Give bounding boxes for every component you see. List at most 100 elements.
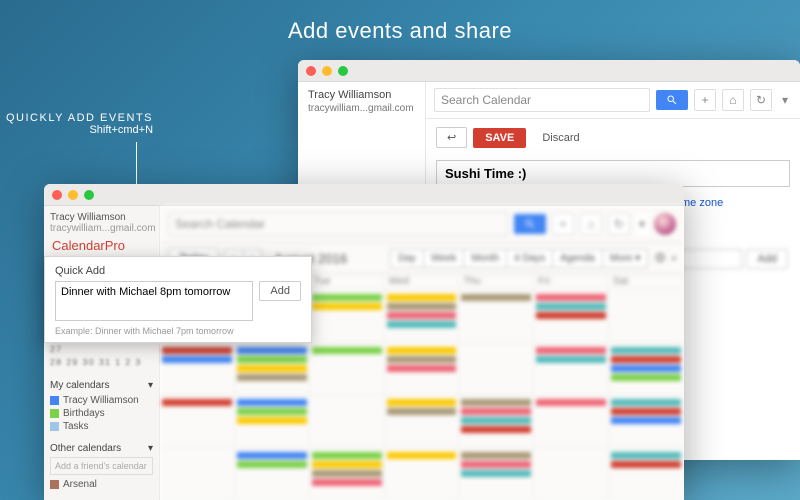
day-cell[interactable] — [385, 395, 460, 448]
close-icon[interactable] — [306, 66, 316, 76]
day-cell[interactable] — [310, 448, 385, 500]
day-cell[interactable] — [609, 343, 684, 396]
day-cell[interactable] — [459, 395, 534, 448]
add-button[interactable]: + — [694, 89, 716, 111]
event-chip[interactable] — [536, 294, 606, 301]
day-cell[interactable] — [235, 343, 310, 396]
event-chip[interactable] — [387, 312, 457, 319]
other-calendars-header[interactable]: Other calendars — [50, 443, 121, 454]
event-chip[interactable] — [312, 303, 382, 310]
add-button[interactable]: + — [552, 213, 574, 235]
search-input[interactable]: Search Calendar — [434, 88, 650, 112]
day-cell[interactable] — [235, 395, 310, 448]
event-chip[interactable] — [237, 452, 307, 459]
day-cell[interactable] — [160, 395, 235, 448]
event-chip[interactable] — [536, 303, 606, 310]
day-cell[interactable] — [385, 448, 460, 500]
collapse-icon[interactable]: ▾ — [148, 380, 153, 391]
day-cell[interactable] — [534, 343, 609, 396]
event-chip[interactable] — [237, 399, 307, 406]
event-chip[interactable] — [611, 461, 681, 468]
event-chip[interactable] — [237, 347, 307, 354]
my-calendars-header[interactable]: My calendars — [50, 380, 109, 391]
day-cell[interactable] — [235, 448, 310, 500]
zoom-icon[interactable] — [84, 190, 94, 200]
day-cell[interactable] — [534, 290, 609, 343]
day-cell[interactable] — [310, 343, 385, 396]
event-chip[interactable] — [312, 470, 382, 477]
gear-icon[interactable]: ⚙ — [654, 250, 666, 266]
refresh-button[interactable]: ↻ — [608, 213, 630, 235]
minimize-icon[interactable] — [68, 190, 78, 200]
search-button[interactable] — [514, 214, 546, 234]
event-chip[interactable] — [536, 399, 606, 406]
event-chip[interactable] — [461, 399, 531, 406]
event-chip[interactable] — [387, 399, 457, 406]
quick-add-button[interactable]: Add — [259, 281, 301, 301]
view-more[interactable]: More ▾ — [602, 249, 649, 268]
back-button[interactable]: ↩ — [436, 127, 467, 148]
event-chip[interactable] — [237, 408, 307, 415]
event-chip[interactable] — [237, 365, 307, 372]
add-guest-button[interactable]: Add — [746, 249, 788, 269]
event-chip[interactable] — [312, 347, 382, 354]
day-cell[interactable] — [609, 290, 684, 343]
home-button[interactable]: ⌂ — [722, 89, 744, 111]
refresh-button[interactable]: ↻ — [750, 89, 772, 111]
event-chip[interactable] — [461, 417, 531, 424]
day-cell[interactable] — [609, 395, 684, 448]
event-chip[interactable] — [162, 399, 232, 406]
event-chip[interactable] — [461, 452, 531, 459]
event-chip[interactable] — [536, 312, 606, 319]
event-chip[interactable] — [461, 461, 531, 468]
event-chip[interactable] — [312, 461, 382, 468]
zoom-icon[interactable] — [338, 66, 348, 76]
quick-add-input[interactable]: Dinner with Michael 8pm tomorrow — [55, 281, 253, 321]
event-chip[interactable] — [387, 321, 457, 328]
day-cell[interactable] — [459, 343, 534, 396]
minimize-icon[interactable] — [322, 66, 332, 76]
view-day[interactable]: Day — [390, 249, 424, 268]
event-chip[interactable] — [611, 399, 681, 406]
event-chip[interactable] — [611, 356, 681, 363]
event-chip[interactable] — [611, 347, 681, 354]
day-cell[interactable] — [310, 395, 385, 448]
event-chip[interactable] — [611, 417, 681, 424]
event-chip[interactable] — [387, 408, 457, 415]
event-chip[interactable] — [536, 347, 606, 354]
day-cell[interactable] — [459, 290, 534, 343]
view-month[interactable]: Month — [463, 249, 507, 268]
mini-cal-row[interactable]: 28 29 30 31 1 2 3 — [50, 356, 153, 369]
add-friend-input[interactable]: Add a friend's calendar — [50, 457, 153, 475]
event-chip[interactable] — [611, 452, 681, 459]
event-chip[interactable] — [312, 479, 382, 486]
view-week[interactable]: Week — [423, 249, 464, 268]
day-cell[interactable] — [160, 343, 235, 396]
discard-button[interactable]: Discard — [532, 129, 589, 147]
calendar-item[interactable]: Tasks — [50, 420, 153, 433]
day-cell[interactable] — [459, 448, 534, 500]
day-cell[interactable] — [534, 448, 609, 500]
day-cell[interactable] — [385, 290, 460, 343]
event-chip[interactable] — [162, 356, 232, 363]
event-chip[interactable] — [387, 356, 457, 363]
more-caret-icon[interactable]: ▾ — [636, 213, 648, 235]
view-4days[interactable]: 4 Days — [506, 249, 553, 268]
day-cell[interactable] — [160, 448, 235, 500]
event-chip[interactable] — [387, 365, 457, 372]
save-button[interactable]: SAVE — [473, 128, 526, 148]
search-button[interactable] — [656, 90, 688, 110]
calendar-item[interactable]: Birthdays — [50, 407, 153, 420]
event-chip[interactable] — [611, 408, 681, 415]
event-chip[interactable] — [312, 452, 382, 459]
event-chip[interactable] — [387, 452, 457, 459]
event-chip[interactable] — [536, 356, 606, 363]
home-button[interactable]: ⌂ — [580, 213, 602, 235]
event-chip[interactable] — [611, 365, 681, 372]
search-input[interactable]: Search Calendar — [168, 212, 508, 236]
day-cell[interactable] — [534, 395, 609, 448]
event-title-input[interactable]: Sushi Time :) — [436, 160, 790, 187]
event-chip[interactable] — [611, 374, 681, 381]
event-chip[interactable] — [461, 294, 531, 301]
day-cell[interactable] — [609, 448, 684, 500]
